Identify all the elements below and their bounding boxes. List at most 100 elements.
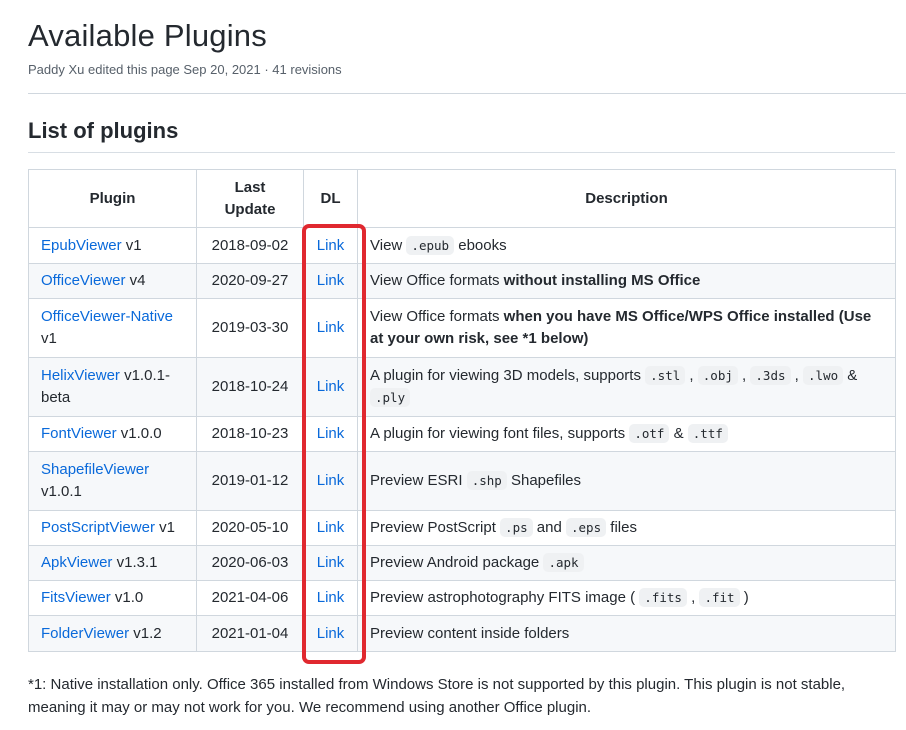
plugin-name-link[interactable]: ApkViewer (41, 554, 112, 571)
file-extension-code: .stl (645, 366, 686, 385)
table-row: PostScriptViewer v1 2020-05-10 Link Preview… (28, 510, 896, 546)
plugin-cell: PostScriptViewer v1 (28, 510, 197, 546)
section-title: List of plugins (28, 118, 179, 143)
file-extension-code: .otf (629, 424, 670, 443)
description-cell: View Office formats without installing M… (357, 263, 896, 299)
file-extension-code: .shp (466, 471, 507, 490)
plugin-cell: OfficeViewer-Native v1 (28, 298, 197, 358)
table-row: FontViewer v1.0.0 2018-10-23 Link A plugin … (28, 416, 896, 452)
plugin-cell: FolderViewer v1.2 (28, 615, 197, 652)
header-last-update-line2: Update (224, 200, 276, 218)
dl-cell: Link (303, 580, 358, 616)
file-extension-code: .fit (699, 588, 740, 607)
plugin-name-link[interactable]: HelixViewer (41, 367, 120, 384)
download-link[interactable]: Link (317, 378, 345, 395)
header-divider (28, 93, 906, 94)
dl-cell: Link (303, 227, 358, 264)
download-link[interactable]: Link (317, 519, 345, 536)
description-text: ) (739, 589, 749, 606)
file-extension-code: .ttf (687, 424, 728, 443)
header-last-update: Last Update (196, 169, 304, 228)
table-header-row: Plugin Last Update DL Description (28, 169, 896, 228)
last-update-cell: 2020-05-10 (196, 510, 304, 546)
description-text: ebooks (454, 236, 507, 254)
description-cell: Preview PostScript .ps and .eps files (357, 510, 896, 546)
download-link[interactable]: Link (317, 625, 345, 642)
file-extension-code: .epub (406, 235, 455, 255)
description-emphasis: without installing MS Office (503, 272, 701, 289)
last-update-cell: 2018-09-02 (196, 227, 304, 264)
description-text: Preview PostScript (370, 519, 501, 536)
plugin-name-link[interactable]: PostScriptViewer (41, 519, 155, 536)
plugin-version: v1 (121, 236, 142, 254)
description-cell: View Office formats when you have MS Off… (357, 298, 896, 358)
plugin-cell: FontViewer v1.0.0 (28, 416, 197, 452)
dl-cell: Link (303, 451, 358, 511)
download-link[interactable]: Link (317, 554, 345, 571)
description-text: , (737, 367, 751, 384)
description-text: Preview content inside folders (370, 624, 570, 642)
dl-cell: Link (303, 510, 358, 546)
plugin-version: v1.2 (129, 624, 162, 642)
plugin-cell: EpubViewer v1 (28, 227, 197, 264)
plugin-name-link[interactable]: FolderViewer (41, 625, 129, 642)
footnote: *1: Native installation only. Office 365… (28, 676, 846, 716)
description-text: & (843, 367, 858, 384)
download-link[interactable]: Link (317, 319, 345, 336)
plugin-name-link[interactable]: ShapefileViewer (41, 461, 149, 478)
description-text: , (685, 367, 698, 384)
description-text: A plugin for viewing font files, support… (370, 425, 630, 442)
dl-cell: Link (303, 357, 358, 417)
download-link[interactable]: Link (317, 237, 345, 254)
plugin-cell: ShapefileViewer v1.0.1 (28, 451, 197, 511)
file-extension-code: .ply (370, 388, 411, 407)
plugin-version: v1.0.1 (41, 483, 82, 500)
header-plugin: Plugin (28, 169, 197, 228)
last-update-cell: 2018-10-24 (196, 357, 304, 417)
plugin-name-link[interactable]: FontViewer (41, 425, 117, 442)
plugin-version: v1.3.1 (112, 554, 158, 571)
plugin-version: v1 (41, 330, 57, 347)
last-update-cell: 2021-01-04 (196, 615, 304, 652)
download-link[interactable]: Link (317, 472, 345, 489)
dl-cell: Link (303, 615, 358, 652)
plugin-version: v1.0 (110, 589, 144, 606)
section-divider (28, 152, 895, 153)
description-text: , (790, 367, 804, 384)
file-extension-code: .fits (639, 588, 687, 607)
description-cell: Preview content inside folders (357, 615, 896, 652)
last-update-cell: 2020-09-27 (196, 263, 304, 299)
header-dl: DL (303, 169, 358, 228)
description-text: files (606, 519, 637, 536)
table-row: FitsViewer v1.0 2021-04-06 Link Preview ast… (28, 580, 896, 616)
download-link[interactable]: Link (317, 272, 345, 289)
last-update-cell: 2019-03-30 (196, 298, 304, 358)
page-title: Available Plugins (28, 18, 267, 53)
description-text: , (686, 589, 700, 606)
description-cell: Preview astrophotography FITS image ( .f… (357, 580, 896, 616)
table-row: ApkViewer v1.3.1 2020-06-03 Link Preview An… (28, 545, 896, 581)
plugin-name-link[interactable]: FitsViewer (41, 589, 111, 606)
table-row: HelixViewer v1.0.1-beta 2018-10-24 Link A p… (28, 357, 896, 417)
last-update-cell: 2020-06-03 (196, 545, 304, 581)
plugin-name-link[interactable]: OfficeViewer (41, 272, 126, 289)
description-text: View Office formats (370, 272, 504, 289)
file-extension-code: .obj (697, 366, 738, 385)
header-last-update-line1: Last (234, 178, 266, 196)
plugin-name-link[interactable]: EpubViewer (41, 237, 122, 254)
description-text: and (532, 519, 566, 536)
last-update-cell: 2021-04-06 (196, 580, 304, 616)
table-row: OfficeViewer v4 2020-09-27 Link View Office… (28, 263, 896, 299)
file-extension-code: .apk (543, 553, 584, 572)
table-row: OfficeViewer-Native v1 2019-03-30 Link View… (28, 298, 896, 358)
file-extension-code: .lwo (803, 366, 844, 385)
plugin-cell: ApkViewer v1.3.1 (28, 545, 197, 581)
description-text: & (669, 425, 688, 442)
dl-cell: Link (303, 416, 358, 452)
download-link[interactable]: Link (317, 425, 345, 442)
plugin-name-link[interactable]: OfficeViewer-Native (41, 308, 173, 325)
file-extension-code: .3ds (750, 366, 791, 385)
description-text: Shapefiles (506, 472, 582, 489)
file-extension-code: .eps (566, 518, 607, 537)
download-link[interactable]: Link (317, 589, 345, 606)
